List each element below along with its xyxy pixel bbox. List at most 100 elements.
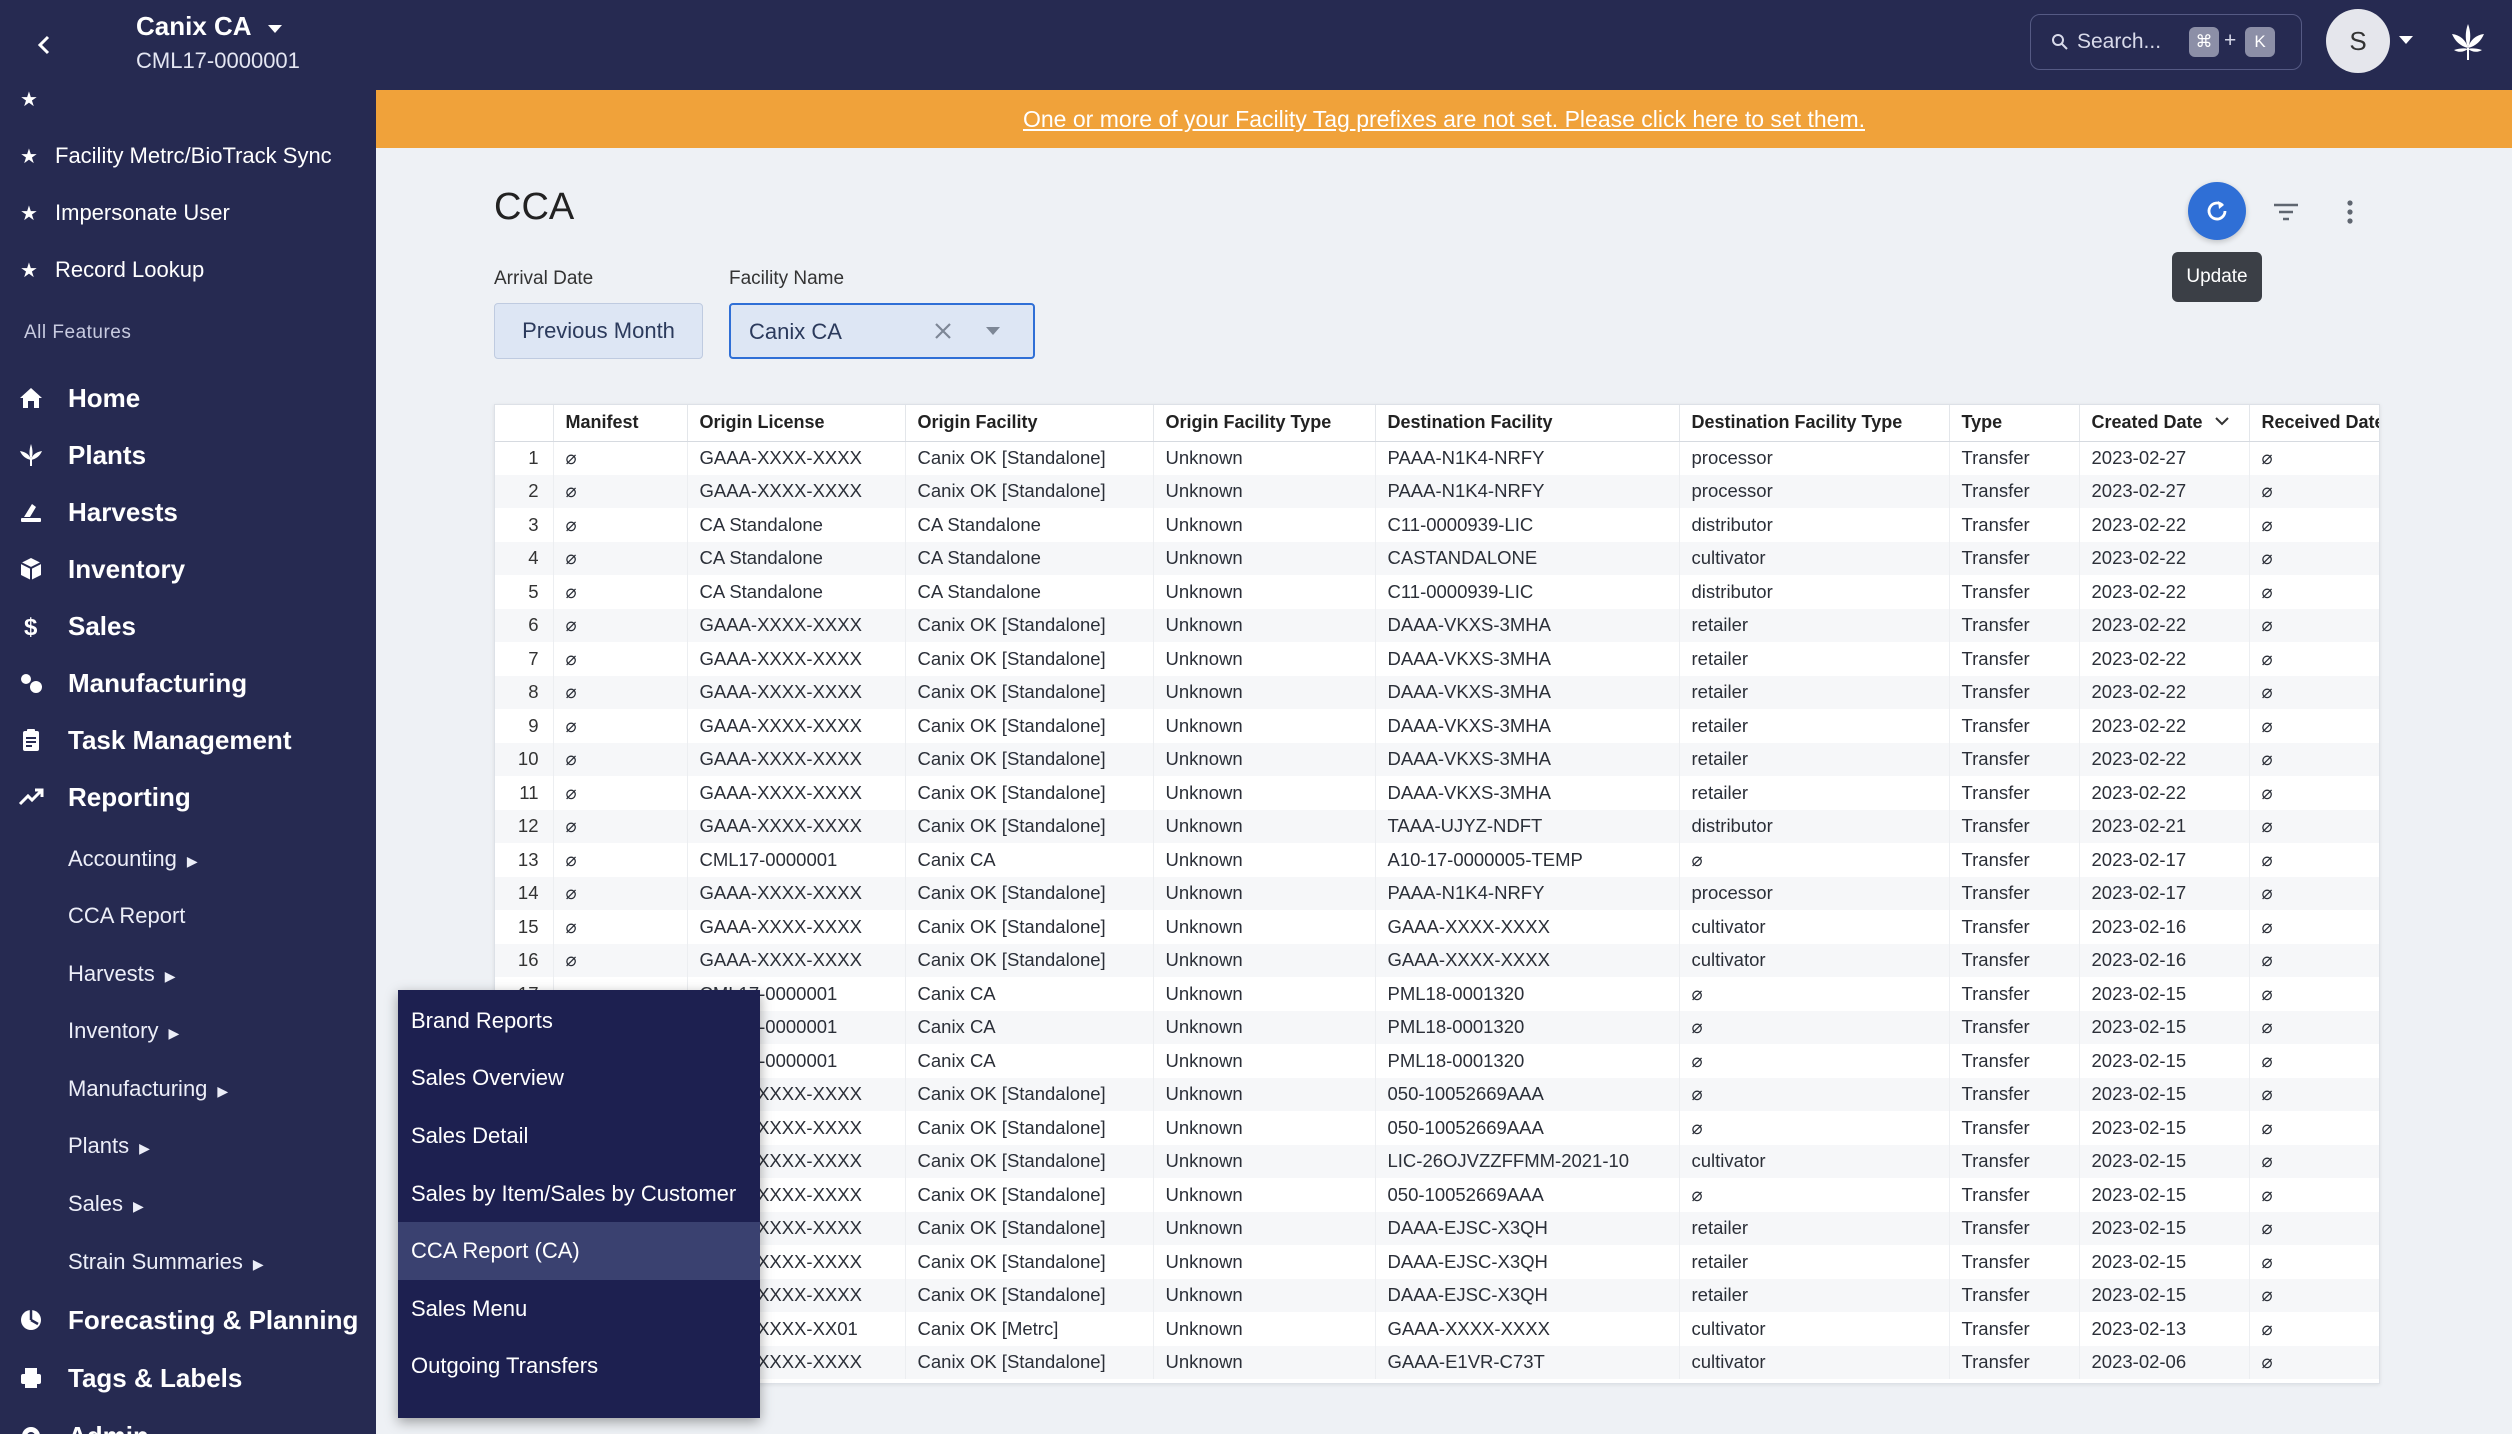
sort-descending-icon[interactable]	[2214, 410, 2229, 430]
column-header	[495, 405, 554, 442]
table-row[interactable]: 7 ⌀ GAAA-XXXX-XXXX Canix OK [Standalone] Unk…	[495, 642, 2379, 676]
back-button[interactable]	[22, 22, 68, 68]
sidebar-item-task-management[interactable]: Task Management	[0, 712, 376, 768]
table-row[interactable]: 9 ⌀ GAAA-XXXX-XXXX Canix OK [Standalone] Unk…	[495, 709, 2379, 743]
column-header[interactable]: Destination Facility	[1375, 405, 1680, 442]
sidebar-item-forecasting[interactable]: Forecasting & Planning	[0, 1292, 376, 1348]
table-row[interactable]: 11 ⌀ GAAA-XXXX-XXXX Canix OK [Standalone] Un…	[495, 776, 2379, 810]
more-options-button[interactable]	[2330, 190, 2370, 234]
table-row[interactable]: 10 ⌀ GAAA-XXXX-XXXX Canix OK [Standalone] Un…	[495, 742, 2379, 776]
column-header[interactable]: Type	[1949, 405, 2080, 442]
submenu-item[interactable]: CCA Report (CA)	[398, 1222, 760, 1280]
column-header[interactable]: Destination Facility Type	[1679, 405, 1950, 442]
more-vertical-icon	[2347, 200, 2353, 224]
sidebar-subitem-manufacturing[interactable]: Manufacturing ▶	[0, 1061, 376, 1117]
sidebar-item-inventory[interactable]: Inventory	[0, 541, 376, 597]
submenu-item[interactable]: Sales Detail	[398, 1107, 760, 1165]
table-row[interactable]: 25⌀GAAA-XXXX-XXXXCanix OK [Standalone]Un…	[495, 1245, 2379, 1279]
star-icon: ★	[20, 145, 38, 168]
submenu-item[interactable]: Sales Menu	[398, 1280, 760, 1338]
sidebar-subitem-inventory[interactable]: Inventory ▶	[0, 1003, 376, 1059]
sidebar-favorite-impersonate[interactable]: ★ Impersonate User	[0, 188, 376, 238]
table-row[interactable]: 24⌀GAAA-XXXX-XXXXCanix OK [Standalone]Un…	[495, 1211, 2379, 1245]
column-header[interactable]: Origin License	[687, 405, 906, 442]
sidebar-item-reporting[interactable]: Reporting	[0, 769, 376, 825]
table-cell: Transfer	[1949, 575, 2080, 609]
table-row[interactable]: 23⌀GAAA-XXXX-XXXXCanix OK [Standalone]Un…	[495, 1178, 2379, 1212]
table-row[interactable]: 26⌀GAAA-XXXX-XXXXCanix OK [Standalone]Un…	[495, 1278, 2379, 1312]
star-icon: ★	[20, 259, 38, 282]
submenu-item[interactable]: Brand Reports	[398, 992, 760, 1050]
search-input[interactable]: Search... ⌘ + K	[2030, 14, 2302, 70]
avatar[interactable]: S	[2326, 9, 2390, 73]
sidebar-subitem-accounting[interactable]: Accounting ▶	[0, 831, 376, 887]
table-row[interactable]: 28⌀GAAA-XXXX-XXXXCanix OK [Standalone]Un…	[495, 1345, 2379, 1379]
table-cell: LIC-26OJVZZFFMM-2021-10	[1375, 1144, 1680, 1178]
submenu-item[interactable]: Outgoing Transfers	[398, 1338, 760, 1396]
sidebar-subitem-harvests[interactable]: Harvests ▶	[0, 946, 376, 1002]
table-row[interactable]: 21⌀GAAA-XXXX-XXXXCanix OK [Standalone]Un…	[495, 1111, 2379, 1145]
canix-logo-icon[interactable]	[2446, 20, 2490, 64]
sidebar-item-harvests[interactable]: Harvests	[0, 484, 376, 540]
table-row[interactable]: 16 ⌀ GAAA-XXXX-XXXX Canix OK [Standalone] Un…	[495, 943, 2379, 977]
table-row[interactable]: 27⌀GAAA-XXXX-XX01Canix OK [Metrc]Unknown…	[495, 1312, 2379, 1346]
table-row[interactable]: 22⌀GAAA-XXXX-XXXXCanix OK [Standalone]Un…	[495, 1144, 2379, 1178]
facility-name-select[interactable]: Canix CA	[729, 303, 1035, 359]
table-row[interactable]: 13 ⌀ CML17-0000001 Canix CA Unknown A10-17-00…	[495, 843, 2379, 877]
submenu-item[interactable]: Sales by Item/Sales by Customer	[398, 1165, 760, 1223]
table-row[interactable]: 19⌀CML17-0000001Canix CAUnknownPML18-000…	[495, 1044, 2379, 1078]
sidebar-item-sales[interactable]: $ Sales	[0, 598, 376, 654]
sidebar-item-label: Sales	[68, 610, 136, 641]
org-switcher-caret-icon[interactable]	[264, 18, 286, 40]
table-row[interactable]: 8 ⌀ GAAA-XXXX-XXXX Canix OK [Standalone] Unk…	[495, 675, 2379, 709]
sidebar-item-home[interactable]: Home	[0, 370, 376, 426]
sidebar-favorite-record-lookup[interactable]: ★ Record Lookup	[0, 245, 376, 295]
row-number: 6	[495, 608, 554, 642]
facility-tag-prefix-link[interactable]: One or more of your Facility Tag prefixe…	[1023, 106, 1865, 133]
column-header[interactable]: Origin Facility	[905, 405, 1154, 442]
chevron-down-icon[interactable]	[985, 323, 1001, 341]
column-header[interactable]: Created Date	[2079, 405, 2250, 442]
table-row[interactable]: 15 ⌀ GAAA-XXXX-XXXX Canix OK [Standalone] Un…	[495, 910, 2379, 944]
sidebar-item-tags-labels[interactable]: Tags & Labels	[0, 1350, 376, 1406]
account-caret-icon[interactable]	[2398, 32, 2414, 50]
table-cell: ⌀	[553, 742, 688, 776]
table-row[interactable]: 12 ⌀ GAAA-XXXX-XXXX Canix OK [Standalone] Un…	[495, 809, 2379, 843]
table-row[interactable]: 1 ⌀ GAAA-XXXX-XXXX Canix OK [Standalone] Unk…	[495, 441, 2379, 475]
sidebar-item-plants[interactable]: Plants	[0, 427, 376, 483]
sidebar-favorite-metrc-sync[interactable]: ★ Facility Metrc/BioTrack Sync	[0, 131, 376, 181]
update-button[interactable]	[2188, 182, 2246, 240]
sidebar-item-admin[interactable]: Admin	[0, 1408, 376, 1434]
sidebar-subitem-cca-report[interactable]: CCA Report	[0, 888, 376, 944]
table-cell: Unknown	[1153, 1211, 1376, 1245]
table-row[interactable]: 2 ⌀ GAAA-XXXX-XXXX Canix OK [Standalone] Unk…	[495, 474, 2379, 508]
org-name[interactable]: Canix CA	[136, 11, 252, 42]
sidebar-favorite-partial[interactable]: ★	[0, 90, 376, 124]
arrival-date-filter[interactable]: Previous Month	[494, 303, 703, 359]
sidebar-subitem-strain-summaries[interactable]: Strain Summaries ▶	[0, 1234, 376, 1290]
table-cell: 2023-02-22	[2079, 508, 2250, 542]
table-row[interactable]: 6 ⌀ GAAA-XXXX-XXXX Canix OK [Standalone] Unk…	[495, 608, 2379, 642]
column-header[interactable]: Received Date	[2249, 405, 2379, 442]
shortcut-plus: +	[2224, 29, 2237, 52]
table-cell: ⌀	[553, 508, 688, 542]
table-row[interactable]: 4 ⌀ CA Standalone CA Standalone Unknown CASTA…	[495, 541, 2379, 575]
sidebar-subitem-sales[interactable]: Sales ▶	[0, 1176, 376, 1232]
table-row[interactable]: 18⌀CML17-0000001Canix CAUnknownPML18-000…	[495, 1010, 2379, 1044]
table-cell: Transfer	[1949, 709, 2080, 743]
table-row[interactable]: 3 ⌀ CA Standalone CA Standalone Unknown C11-0…	[495, 508, 2379, 542]
table-row[interactable]: 5 ⌀ CA Standalone CA Standalone Unknown C11-0…	[495, 575, 2379, 609]
table-header-row: Manifest Origin License Origin Facility Ori…	[495, 405, 2379, 442]
table-cell: Canix OK [Standalone]	[905, 1345, 1154, 1379]
column-header[interactable]: Origin Facility Type	[1153, 405, 1376, 442]
sidebar-item-manufacturing[interactable]: Manufacturing	[0, 655, 376, 711]
column-header[interactable]: Manifest	[553, 405, 688, 442]
table-row[interactable]: 17⌀CML17-0000001Canix CAUnknownPML18-000…	[495, 977, 2379, 1011]
table-cell: ⌀	[553, 776, 688, 810]
filter-button[interactable]	[2264, 190, 2308, 234]
sidebar-subitem-plants[interactable]: Plants ▶	[0, 1118, 376, 1174]
submenu-item[interactable]: Sales Overview	[398, 1050, 760, 1108]
table-row[interactable]: 20⌀GAAA-XXXX-XXXXCanix OK [Standalone]Un…	[495, 1077, 2379, 1111]
clear-icon[interactable]	[929, 317, 957, 345]
table-row[interactable]: 14 ⌀ GAAA-XXXX-XXXX Canix OK [Standalone] Un…	[495, 876, 2379, 910]
